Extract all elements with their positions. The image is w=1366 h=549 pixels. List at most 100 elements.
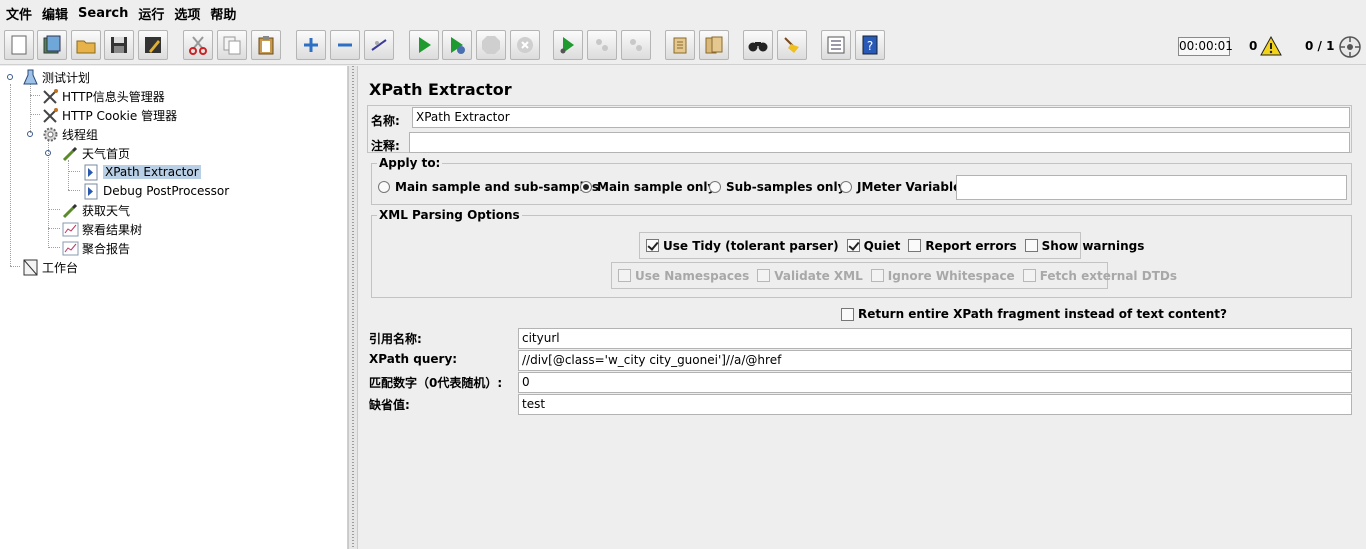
comment-field[interactable]: [409, 132, 1350, 153]
warning-icon[interactable]: [1260, 36, 1282, 56]
broom-yellow-icon: [784, 37, 799, 53]
checkbox-label: Use Tidy (tolerant parser): [663, 238, 839, 253]
error-count: 0: [1249, 39, 1258, 53]
remote-stop-button[interactable]: [587, 30, 617, 60]
start-button[interactable]: [409, 30, 439, 60]
match-number-field[interactable]: 0: [518, 372, 1352, 393]
shutdown-button[interactable]: [510, 30, 540, 60]
name-field[interactable]: XPath Extractor: [412, 107, 1350, 128]
pipette-icon: [61, 201, 79, 219]
reference-name-field[interactable]: cityurl: [518, 328, 1352, 349]
stop-button[interactable]: [476, 30, 506, 60]
report-errors-checkbox[interactable]: Report errors: [908, 238, 1017, 253]
function-helper-button[interactable]: [821, 30, 851, 60]
reset-search-button[interactable]: [777, 30, 807, 60]
remote-exit-icon: [630, 39, 642, 51]
collapse-toggle-icon[interactable]: [26, 130, 34, 138]
radio-label: JMeter Variable: [857, 180, 962, 194]
radio-main-and-sub[interactable]: Main sample and sub-samples: [378, 180, 599, 194]
toggle-button[interactable]: [364, 30, 394, 60]
tree-node-get-weather[interactable]: 获取天气: [61, 201, 130, 219]
tree-node-thread-group[interactable]: 线程组: [41, 125, 98, 143]
new-button[interactable]: [4, 30, 34, 60]
tree-node-http-header-manager[interactable]: HTTP信息头管理器: [41, 87, 165, 105]
elapsed-timer: 00:00:01: [1178, 37, 1233, 56]
svg-text:?: ?: [867, 39, 873, 53]
tree-node-workbench[interactable]: 工作台: [21, 258, 78, 276]
xpath-query-field[interactable]: //div[@class='w_city city_guonei']//a/@h…: [518, 350, 1352, 371]
tree-node-debug-postprocessor[interactable]: Debug PostProcessor: [82, 182, 229, 200]
checkbox-box: [1024, 239, 1038, 252]
save-as-button[interactable]: [138, 30, 168, 60]
stop-icon: [482, 36, 500, 54]
checkbox-label: Ignore Whitespace: [887, 268, 1015, 283]
cut-button[interactable]: [183, 30, 213, 60]
menu-search[interactable]: Search: [76, 6, 134, 21]
clipboard-icon: [258, 36, 274, 55]
checkbox-label: Report errors: [925, 238, 1017, 253]
remote-exit-button[interactable]: [621, 30, 651, 60]
remote-start-icon: [560, 37, 574, 54]
tidy-options: Use Tidy (tolerant parser) Quiet Report …: [639, 232, 1144, 259]
show-warnings-checkbox[interactable]: Show warnings: [1024, 239, 1144, 253]
collapse-toggle-icon[interactable]: [44, 149, 52, 157]
help-button[interactable]: ?: [855, 30, 885, 60]
tree-node-test-plan[interactable]: 测试计划: [21, 68, 90, 86]
search-button[interactable]: [743, 30, 773, 60]
checkbox-box: [1022, 269, 1036, 282]
use-tidy-checkbox[interactable]: Use Tidy (tolerant parser): [646, 239, 839, 253]
tree-node-label: 察看结果树: [82, 222, 143, 237]
match-number-label: 匹配数字（0代表随机）:: [369, 376, 503, 390]
tree-node-http-cookie-manager[interactable]: HTTP Cookie 管理器: [41, 106, 177, 124]
default-value-field[interactable]: test: [518, 394, 1352, 415]
clear-all-button[interactable]: [699, 30, 729, 60]
comment-label: 注释:: [371, 139, 400, 153]
tree-node-label: 线程组: [62, 127, 99, 142]
tree-node-label: 工作台: [42, 260, 79, 275]
remote-start-button[interactable]: [553, 30, 583, 60]
checkbox-box: [841, 307, 854, 321]
shutdown-icon: [517, 37, 533, 53]
list-icon: [827, 36, 845, 54]
paste-button[interactable]: [251, 30, 281, 60]
test-plan-tree: 测试计划 HTTP信息头管理器 HTTP Cookie 管理器 线程组 天气首页…: [0, 66, 348, 549]
templates-button[interactable]: [37, 30, 67, 60]
open-button[interactable]: [71, 30, 101, 60]
start-no-pauses-button[interactable]: [442, 30, 472, 60]
jmeter-variable-field[interactable]: [956, 175, 1347, 200]
wrench-icon: [41, 87, 59, 105]
menu-edit[interactable]: 编辑: [40, 4, 74, 23]
collapse-toggle-icon[interactable]: [6, 73, 14, 81]
save-button[interactable]: [104, 30, 134, 60]
menu-bar: 文件 编辑 Search 运行 选项 帮助: [0, 0, 1366, 27]
collapse-button[interactable]: [330, 30, 360, 60]
radio-jmeter-variable[interactable]: JMeter Variable: [840, 180, 961, 194]
tree-node-aggregate-report[interactable]: 聚合报告: [61, 239, 130, 257]
radio-sub-only[interactable]: Sub-samples only: [709, 180, 845, 194]
expand-button[interactable]: [296, 30, 326, 60]
radio-main-only[interactable]: Main sample only: [580, 180, 715, 194]
menu-options[interactable]: 选项: [172, 4, 206, 23]
return-fragment-checkbox[interactable]: Return entire XPath fragment instead of …: [841, 307, 1227, 321]
clear-button[interactable]: [665, 30, 695, 60]
clear-all-icon: [705, 36, 723, 54]
tree-node-label: HTTP信息头管理器: [62, 89, 165, 104]
split-pane-divider[interactable]: [348, 66, 358, 549]
apply-to-title: Apply to:: [377, 156, 443, 170]
remote-status-icon: [1339, 36, 1361, 58]
menu-run[interactable]: 运行: [136, 4, 170, 23]
default-value-label: 缺省值:: [369, 398, 410, 412]
checkbox-box: [757, 269, 771, 282]
toggle-icon: [371, 39, 387, 51]
quiet-checkbox[interactable]: Quiet: [846, 239, 900, 253]
tree-node-xpath-extractor[interactable]: XPath Extractor: [82, 163, 201, 181]
postprocessor-icon: [82, 182, 100, 200]
menu-help[interactable]: 帮助: [208, 4, 242, 23]
tree-node-label: 获取天气: [82, 203, 131, 218]
tree-node-weather-home[interactable]: 天气首页: [61, 144, 130, 162]
menu-file[interactable]: 文件: [4, 4, 38, 23]
workbench-icon: [21, 258, 39, 276]
new-file-icon: [11, 35, 27, 55]
tree-node-view-results-tree[interactable]: 察看结果树: [61, 220, 142, 238]
copy-button[interactable]: [217, 30, 247, 60]
